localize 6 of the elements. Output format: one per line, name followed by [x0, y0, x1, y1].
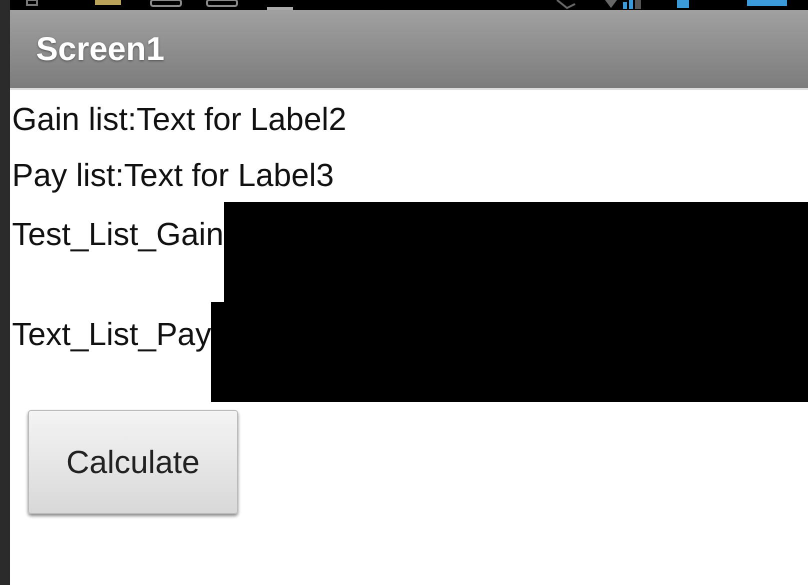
calculate-button[interactable]: Calculate [28, 410, 238, 514]
screen-title: Screen1 [36, 30, 164, 68]
field-label: Test_List_Gain [12, 215, 224, 253]
field-label: Text_List_Pay [12, 315, 212, 353]
text-label: Pay list:Text for Label3 [12, 156, 335, 195]
text-label: Gain list:Text for Label2 [12, 100, 348, 139]
